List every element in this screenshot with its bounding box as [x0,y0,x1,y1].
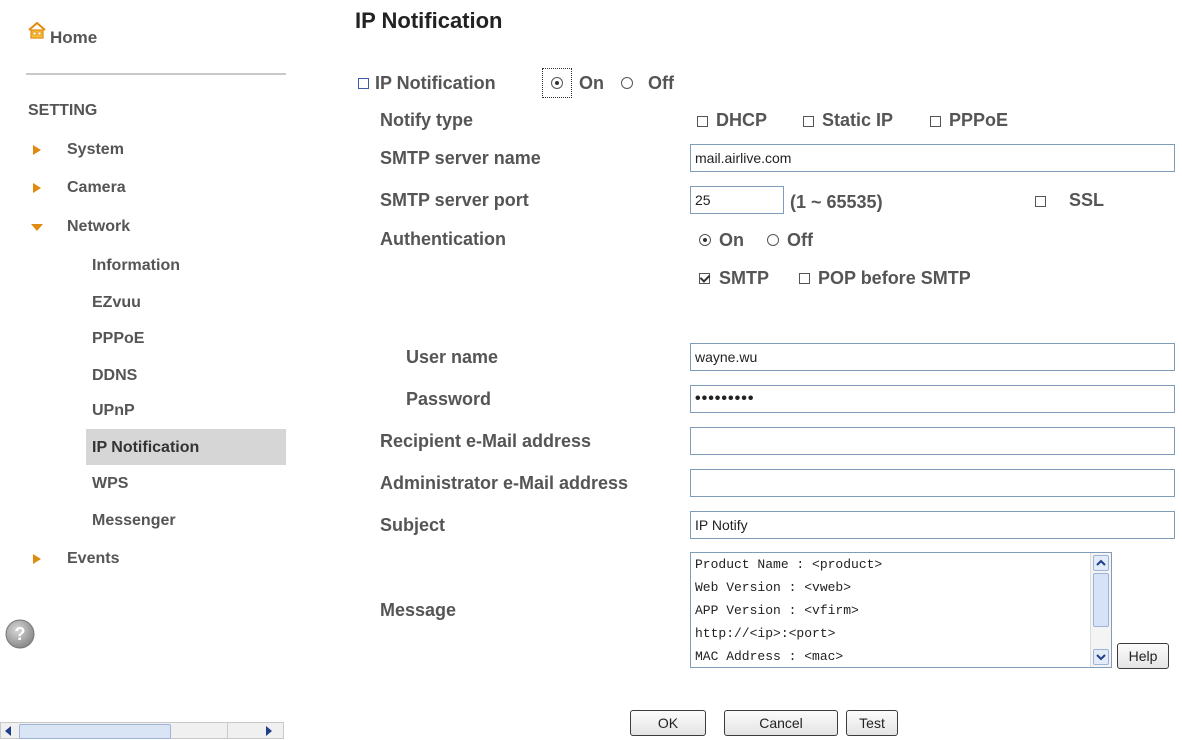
sidebar-item-system[interactable]: System [0,137,286,163]
message-line: Web Version : <vweb> [695,580,852,595]
scroll-down-button[interactable] [1093,649,1109,665]
auth-off-label[interactable]: Off [787,230,813,251]
scroll-left-icon[interactable] [5,726,11,736]
sidebar-item-label: Camera [67,179,126,196]
auth-off-radio[interactable] [767,234,779,246]
page-title: IP Notification [355,8,503,33]
smtp-server-name-label: SMTP server name [380,148,541,168]
admin-email-input[interactable] [690,469,1175,497]
smtp-server-port-input[interactable]: 25 [690,186,784,214]
sidebar: Home SETTING System Camera Network Infor… [0,0,286,740]
home-link[interactable]: Home [50,28,97,48]
recipient-email-input[interactable] [690,427,1175,455]
message-line: APP Version : <vfirm> [695,603,859,618]
auth-smtp-checkbox[interactable] [699,273,710,284]
sidebar-item-events[interactable]: Events [0,546,286,572]
ip-notification-on-label[interactable]: On [579,73,604,94]
scroll-up-button[interactable] [1093,555,1109,571]
scroll-right-icon[interactable] [266,726,272,736]
dhcp-checkbox[interactable] [697,116,708,127]
help-icon[interactable]: ? [5,619,35,649]
ip-notification-on-radio[interactable] [551,77,563,89]
sidebar-subitem-information[interactable]: Information [92,253,180,279]
message-line: http://<ip>:<port> [695,626,836,641]
auth-on-label[interactable]: On [719,230,744,251]
sidebar-subitem-ezvuu[interactable]: EZvuu [92,290,141,316]
expand-arrow-icon [33,145,41,155]
ip-notification-label: IP Notification [375,73,496,93]
pppoe-checkbox[interactable] [930,116,941,127]
scrollbar-thumb[interactable] [19,724,171,739]
horizontal-scrollbar[interactable] [0,722,228,739]
authentication-label: Authentication [380,229,506,249]
subject-input[interactable]: IP Notify [690,511,1175,539]
password-label: Password [406,389,492,409]
message-scrollbar[interactable] [1090,553,1111,667]
section-bullet-icon [358,78,369,89]
sidebar-divider [26,73,286,75]
message-line: MAC Address : <mac> [695,649,844,664]
chevron-down-icon [1096,654,1106,661]
user-name-input[interactable]: wayne.wu [690,343,1175,371]
sidebar-subitem-pppoe[interactable]: PPPoE [92,326,144,352]
pppoe-label[interactable]: PPPoE [949,110,1008,131]
home-icon[interactable] [28,22,46,39]
sidebar-item-camera[interactable]: Camera [0,175,286,201]
sidebar-subitem-upnp[interactable]: UPnP [92,398,135,424]
scrollbar-thumb[interactable] [1093,573,1109,627]
expand-arrow-icon [33,554,41,564]
sidebar-item-network[interactable]: Network [0,214,286,240]
ip-notification-off-radio[interactable] [621,77,633,89]
admin-email-label: Administrator e-Mail address [380,473,629,493]
ssl-checkbox[interactable] [1035,196,1046,207]
static-ip-label[interactable]: Static IP [822,110,893,131]
dhcp-label[interactable]: DHCP [716,110,767,131]
auth-on-radio[interactable] [699,234,711,246]
smtp-server-name-input[interactable]: mail.airlive.com [690,144,1175,172]
help-button[interactable]: Help [1117,643,1169,669]
sidebar-subitem-ip-notification[interactable]: IP Notification [92,435,199,461]
message-textarea[interactable]: Product Name : <product> Web Version : <… [690,552,1112,668]
message-label: Message [380,600,457,620]
recipient-email-label: Recipient e-Mail address [380,431,592,451]
port-range-hint: (1 ~ 65535) [790,192,883,212]
cancel-button[interactable]: Cancel [724,710,838,736]
sidebar-item-label: Network [67,218,131,235]
sidebar-item-label: System [67,141,124,158]
auth-smtp-label[interactable]: SMTP [719,268,769,289]
subject-label: Subject [380,515,446,535]
expand-arrow-icon [33,183,41,193]
message-line: Product Name : <product> [695,557,883,572]
setting-header: SETTING [28,102,98,119]
pop-before-smtp-checkbox[interactable] [799,273,810,284]
chevron-up-icon [1096,559,1106,566]
sidebar-subitem-wps[interactable]: WPS [92,471,128,497]
user-name-label: User name [406,347,499,367]
test-button[interactable]: Test [846,710,898,736]
horizontal-scrollbar-track[interactable] [228,722,284,739]
pop-before-smtp-label[interactable]: POP before SMTP [818,268,971,289]
smtp-server-port-label: SMTP server port [380,190,529,210]
sidebar-item-label: Events [67,550,120,567]
notify-type-label: Notify type [380,110,474,130]
ssl-label[interactable]: SSL [1069,190,1104,211]
sidebar-subitem-ddns[interactable]: DDNS [92,363,137,389]
sidebar-subitem-messenger[interactable]: Messenger [92,508,176,534]
password-input[interactable]: ••••••••• [690,385,1175,413]
ip-notification-off-label[interactable]: Off [648,73,674,94]
ok-button[interactable]: OK [630,710,706,736]
static-ip-checkbox[interactable] [803,116,814,127]
collapse-arrow-icon [31,224,43,231]
svg-text:?: ? [15,624,26,644]
